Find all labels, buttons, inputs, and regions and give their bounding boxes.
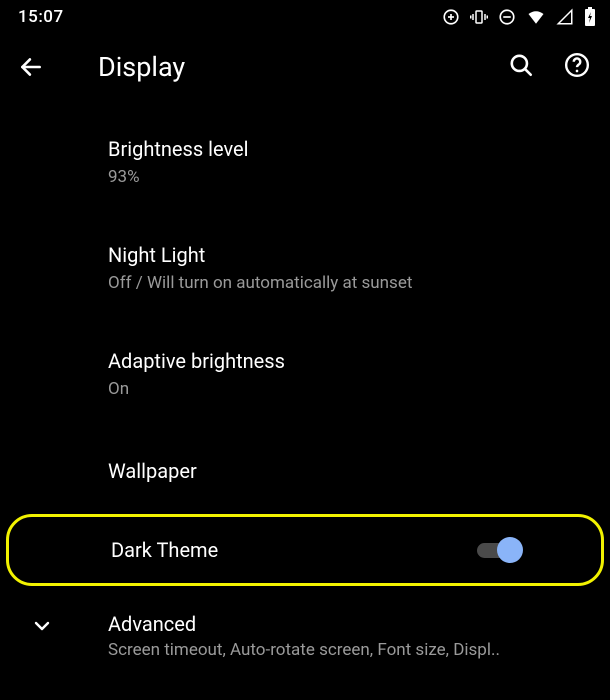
status-icons xyxy=(442,7,596,27)
vibrate-icon xyxy=(470,8,488,26)
settings-list: Brightness level 93% Night Light Off / W… xyxy=(0,100,610,678)
dark-theme-item[interactable]: Dark Theme xyxy=(6,514,604,586)
setting-label: Brightness level xyxy=(108,136,586,162)
setting-subtext: Off / Will turn on automatically at suns… xyxy=(108,272,586,294)
setting-label: Adaptive brightness xyxy=(108,348,586,374)
night-light-item[interactable]: Night Light Off / Will turn on automatic… xyxy=(0,224,610,312)
page-title: Display xyxy=(54,51,508,83)
adaptive-brightness-item[interactable]: Adaptive brightness On xyxy=(0,330,610,418)
back-button[interactable] xyxy=(18,54,54,80)
help-button[interactable] xyxy=(564,52,590,82)
setting-subtext: On xyxy=(108,378,586,400)
chevron-down-icon xyxy=(18,612,108,638)
setting-subtext: Screen timeout, Auto-rotate screen, Font… xyxy=(108,640,586,660)
status-bar: 15:07 xyxy=(0,0,610,34)
app-bar: Display xyxy=(0,34,610,100)
dark-theme-toggle[interactable] xyxy=(477,538,517,562)
setting-label: Night Light xyxy=(108,242,586,268)
advanced-item[interactable]: Advanced Screen timeout, Auto-rotate scr… xyxy=(0,592,610,678)
wifi-icon xyxy=(526,8,546,26)
brightness-level-item[interactable]: Brightness level 93% xyxy=(0,118,610,206)
setting-label: Wallpaper xyxy=(108,458,586,484)
search-button[interactable] xyxy=(508,52,534,82)
add-icon xyxy=(442,8,460,26)
clock: 15:07 xyxy=(18,7,64,27)
setting-label: Advanced xyxy=(108,612,586,636)
setting-label: Dark Theme xyxy=(111,537,477,563)
setting-subtext: 93% xyxy=(108,166,586,188)
battery-charging-icon xyxy=(584,7,596,27)
wallpaper-item[interactable]: Wallpaper xyxy=(0,436,610,508)
signal-icon xyxy=(556,8,574,26)
dnd-icon xyxy=(498,8,516,26)
